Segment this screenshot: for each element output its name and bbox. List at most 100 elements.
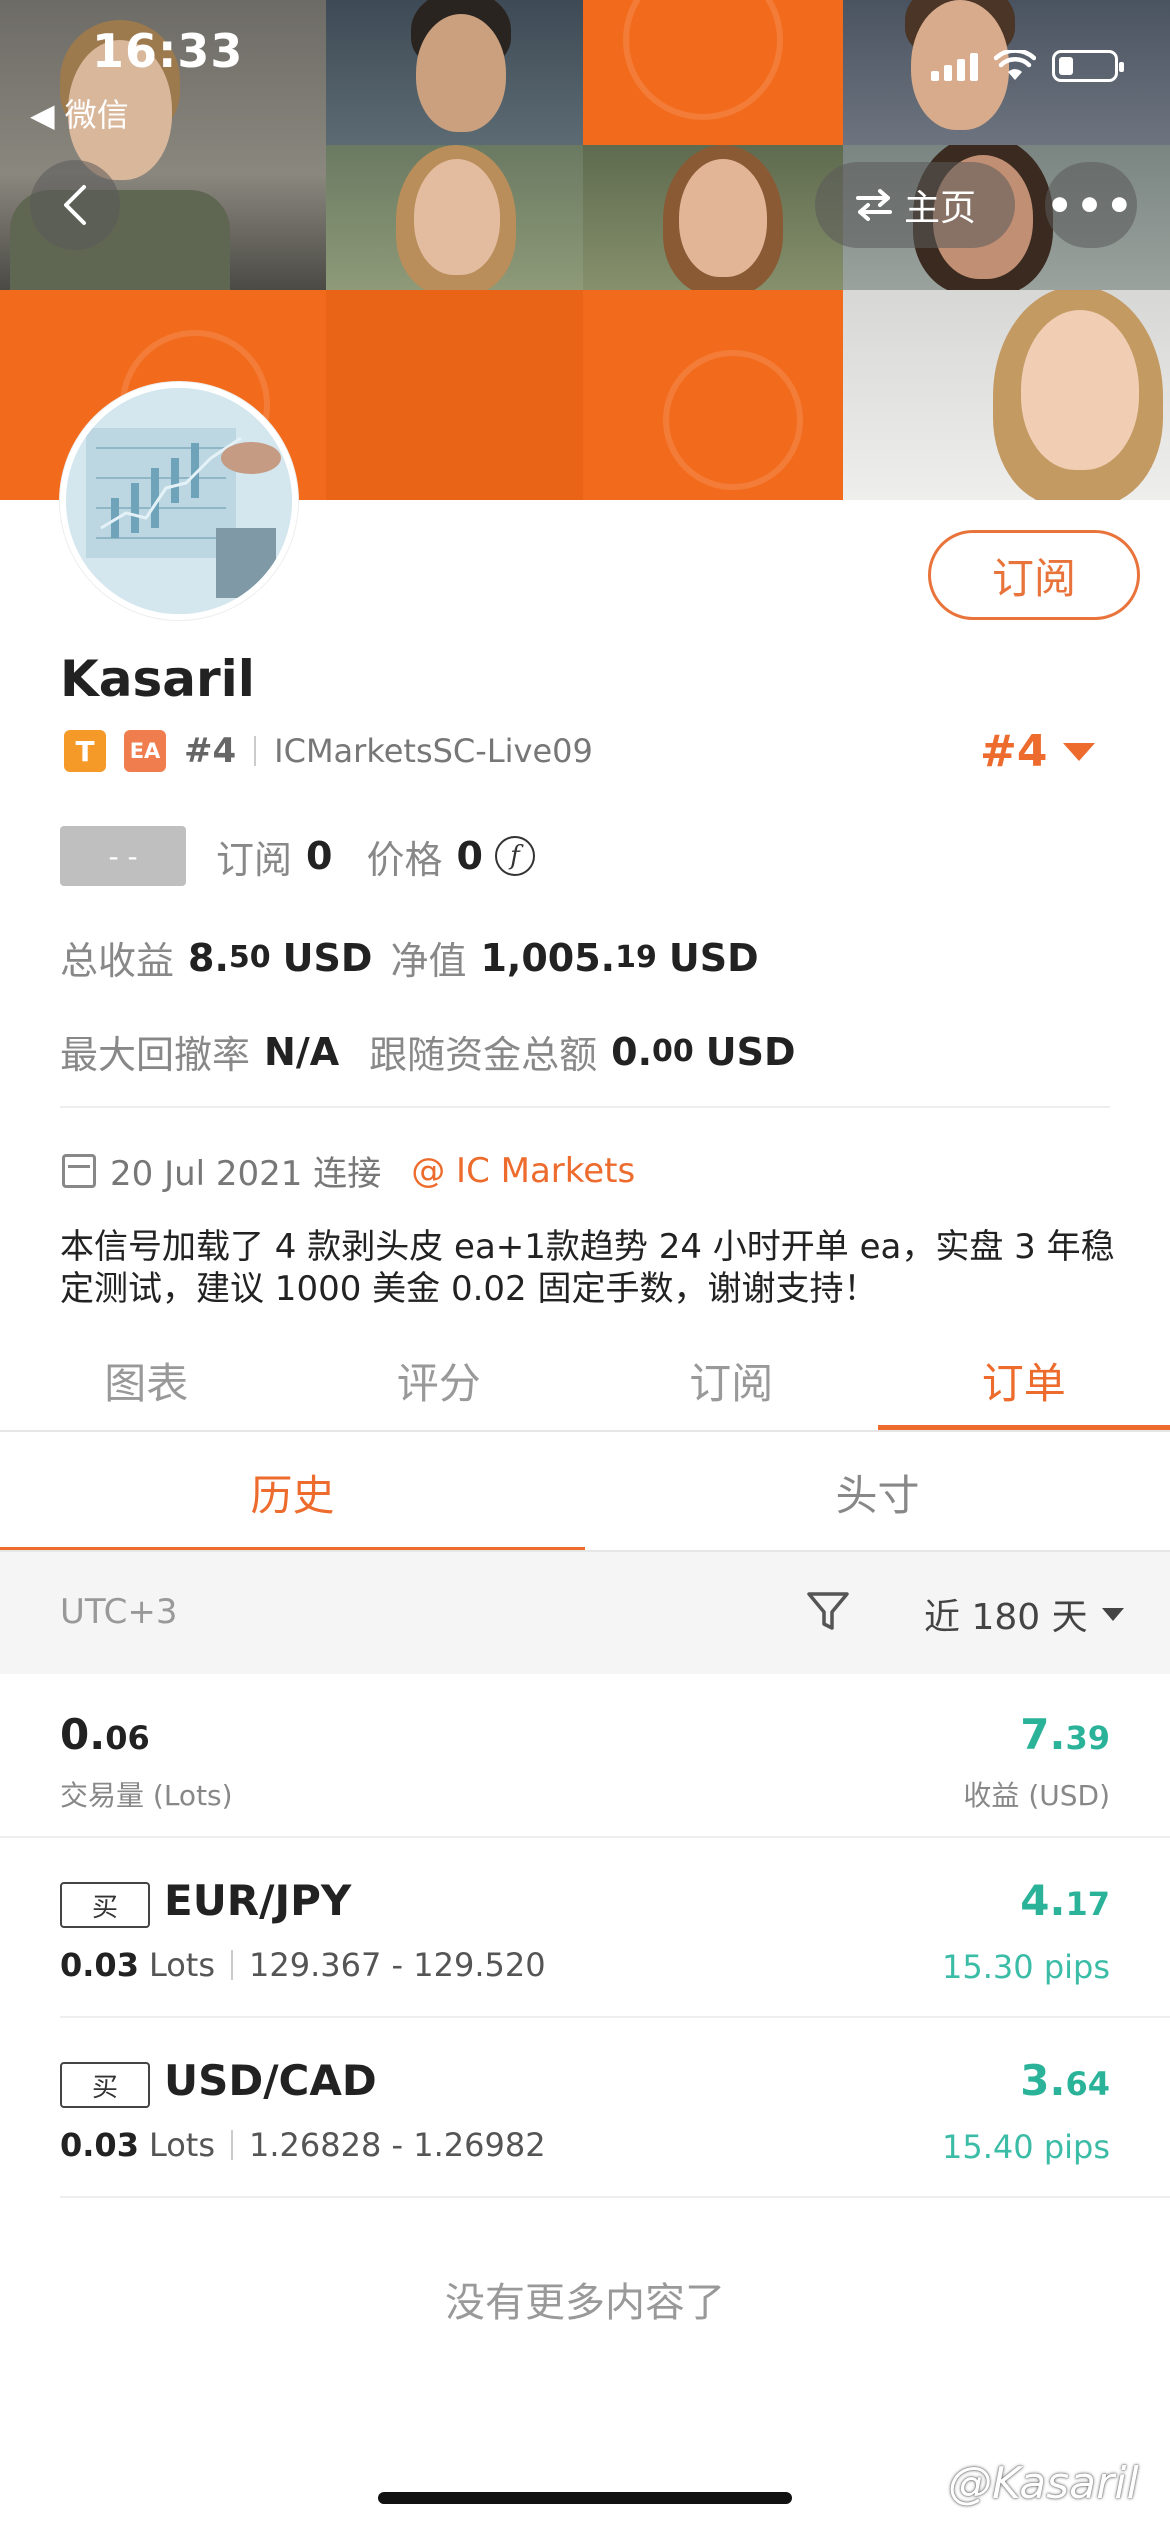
broker-link[interactable]: @ IC Markets [411, 1151, 635, 1191]
banner-orange-1 [583, 0, 843, 145]
tab-chart[interactable]: 图表 [0, 1330, 293, 1430]
subs-label: 订阅 [216, 837, 293, 882]
wifi-icon [994, 50, 1036, 80]
calendar-icon [62, 1153, 96, 1188]
tab-subscribe[interactable]: 订阅 [585, 1330, 878, 1430]
max-drawdown-value: N/A [264, 1029, 340, 1074]
trader-name: Kasaril [60, 650, 255, 708]
subscribe-button[interactable]: 订阅 [928, 530, 1140, 620]
back-button[interactable] [30, 160, 120, 250]
follow-funds-label: 跟随资金总额 [369, 1033, 598, 1077]
order-profit-dec: 17 [1065, 1885, 1110, 1923]
separator [231, 1950, 234, 1980]
order-lots: 0.03 [60, 2126, 139, 2164]
rank-small: #4 [184, 731, 237, 771]
order-prices: 129.367 - 129.520 [249, 1946, 546, 1984]
triangle-down-icon [1063, 742, 1096, 761]
coin-icon: f [494, 836, 535, 876]
signal-icon [931, 51, 978, 81]
order-profit-int: 3. [1020, 2056, 1066, 2105]
back-to-wechat-link[interactable]: ◀ 微信 [30, 90, 129, 136]
badge-ea: EA [124, 730, 166, 772]
badge-t: T [64, 730, 106, 772]
order-pips: 15.30 pips [942, 1948, 1110, 1986]
order-lots-unit: Lots [148, 2126, 216, 2164]
volume-int: 0. [60, 1710, 106, 1759]
home-button[interactable]: 主页 [815, 162, 1015, 248]
order-pair: EUR/JPY [164, 1876, 352, 1925]
server-name: ICMarketsSC-Live09 [274, 732, 593, 770]
period-dropdown[interactable]: 近 180 天 [924, 1588, 1124, 1640]
follow-funds-int: 0. [611, 1029, 653, 1074]
more-button[interactable]: ••• [1045, 162, 1137, 248]
volume-value: 0.06 [60, 1710, 150, 1759]
main-tabs: 图表 评分 订阅 订单 [0, 1330, 1170, 1430]
watermark: @Kasaril [948, 2458, 1139, 2509]
period-label: 近 180 天 [924, 1597, 1088, 1638]
equity-dec: 19 [615, 940, 657, 975]
swap-icon [855, 189, 892, 221]
banner-orange-3 [326, 290, 583, 500]
connected-date: 20 Jul 2021 连接 [110, 1154, 382, 1194]
subs-value: 0 [306, 834, 333, 878]
order-lots-unit: Lots [148, 1946, 216, 1984]
profit-dec: 39 [1065, 1719, 1110, 1757]
order-row[interactable]: 买 EUR/JPY 0.03 Lots 129.367 - 129.520 4.… [0, 1838, 1170, 2018]
follow-funds-dec: 00 [652, 1034, 694, 1069]
rank-value: #4 [980, 726, 1048, 777]
profit-value: 7.39 [1020, 1710, 1110, 1759]
total-profit-unit: USD [282, 935, 373, 980]
profit-equity-row: 总收益 8. 50 USD 净值 1,005. 19 USD [60, 930, 759, 985]
volume-label: 交易量 (Lots) [60, 1779, 233, 1812]
equity-int: 1,005. [480, 935, 616, 980]
order-profit-int: 4. [1020, 1876, 1066, 1925]
filter-bar: UTC+3 近 180 天 [0, 1552, 1170, 1674]
banner-photo-4 [326, 145, 583, 290]
profit-label: 收益 (USD) [963, 1779, 1110, 1812]
signal-description: 本信号加载了 4 款剥头皮 ea+1款趋势 24 小时开单 ea，实盘 3 年稳… [60, 1227, 1115, 1309]
buy-badge: 买 [60, 1882, 150, 1928]
separator [254, 736, 257, 766]
divider [60, 2196, 1170, 2198]
rank-dropdown[interactable]: #4 [980, 726, 1096, 777]
profit-int: 7. [1020, 1710, 1066, 1759]
order-detail: 0.03 Lots 129.367 - 129.520 [60, 1946, 546, 1984]
drawdown-funds-row: 最大回撤率 N/A 跟随资金总额 0. 00 USD [60, 1024, 796, 1079]
tab-rating[interactable]: 评分 [293, 1330, 586, 1430]
order-prices: 1.26828 - 1.26982 [249, 2126, 546, 2164]
trader-badges: T EA #4 ICMarketsSC-Live09 [64, 730, 593, 772]
order-subtabs: 历史 头寸 [0, 1432, 1170, 1552]
equity-unit: USD [668, 935, 759, 980]
separator [231, 2130, 234, 2160]
order-detail: 0.03 Lots 1.26828 - 1.26982 [60, 2126, 546, 2164]
price-label: 价格 [366, 837, 443, 882]
banner-orange-4 [583, 290, 843, 500]
avatar [60, 382, 298, 620]
order-row[interactable]: 买 USD/CAD 0.03 Lots 1.26828 - 1.26982 3.… [0, 2018, 1170, 2198]
subtab-history[interactable]: 历史 [0, 1432, 585, 1552]
order-lots: 0.03 [60, 1946, 139, 1984]
divider [60, 1106, 1110, 1108]
order-profit: 3.64 [1020, 2056, 1110, 2105]
home-label: 主页 [903, 188, 976, 229]
subs-price-row: - - 订阅 0 价格 0 f [60, 826, 535, 886]
chevron-left-icon [64, 185, 86, 225]
order-profit: 4.17 [1020, 1876, 1110, 1925]
order-profit-dec: 64 [1065, 2065, 1110, 2103]
equity-label: 净值 [390, 939, 467, 983]
total-profit-label: 总收益 [60, 939, 175, 983]
status-icons [931, 50, 1124, 82]
no-more-content: 没有更多内容了 [445, 2280, 725, 2326]
tab-orders[interactable]: 订单 [877, 1330, 1170, 1430]
subtab-positions[interactable]: 头寸 [585, 1432, 1170, 1552]
filter-icon[interactable] [805, 1588, 851, 1634]
buy-badge: 买 [60, 2062, 150, 2108]
order-pips: 15.40 pips [942, 2128, 1110, 2166]
battery-icon [1052, 50, 1124, 82]
status-time: 16:33 [92, 24, 244, 78]
connection-row: 20 Jul 2021 连接 @ IC Markets [62, 1146, 635, 1195]
price-value: 0 [456, 834, 483, 878]
banner-photo-7 [843, 290, 1170, 500]
home-indicator[interactable] [378, 2492, 792, 2504]
timezone-label: UTC+3 [60, 1592, 178, 1632]
